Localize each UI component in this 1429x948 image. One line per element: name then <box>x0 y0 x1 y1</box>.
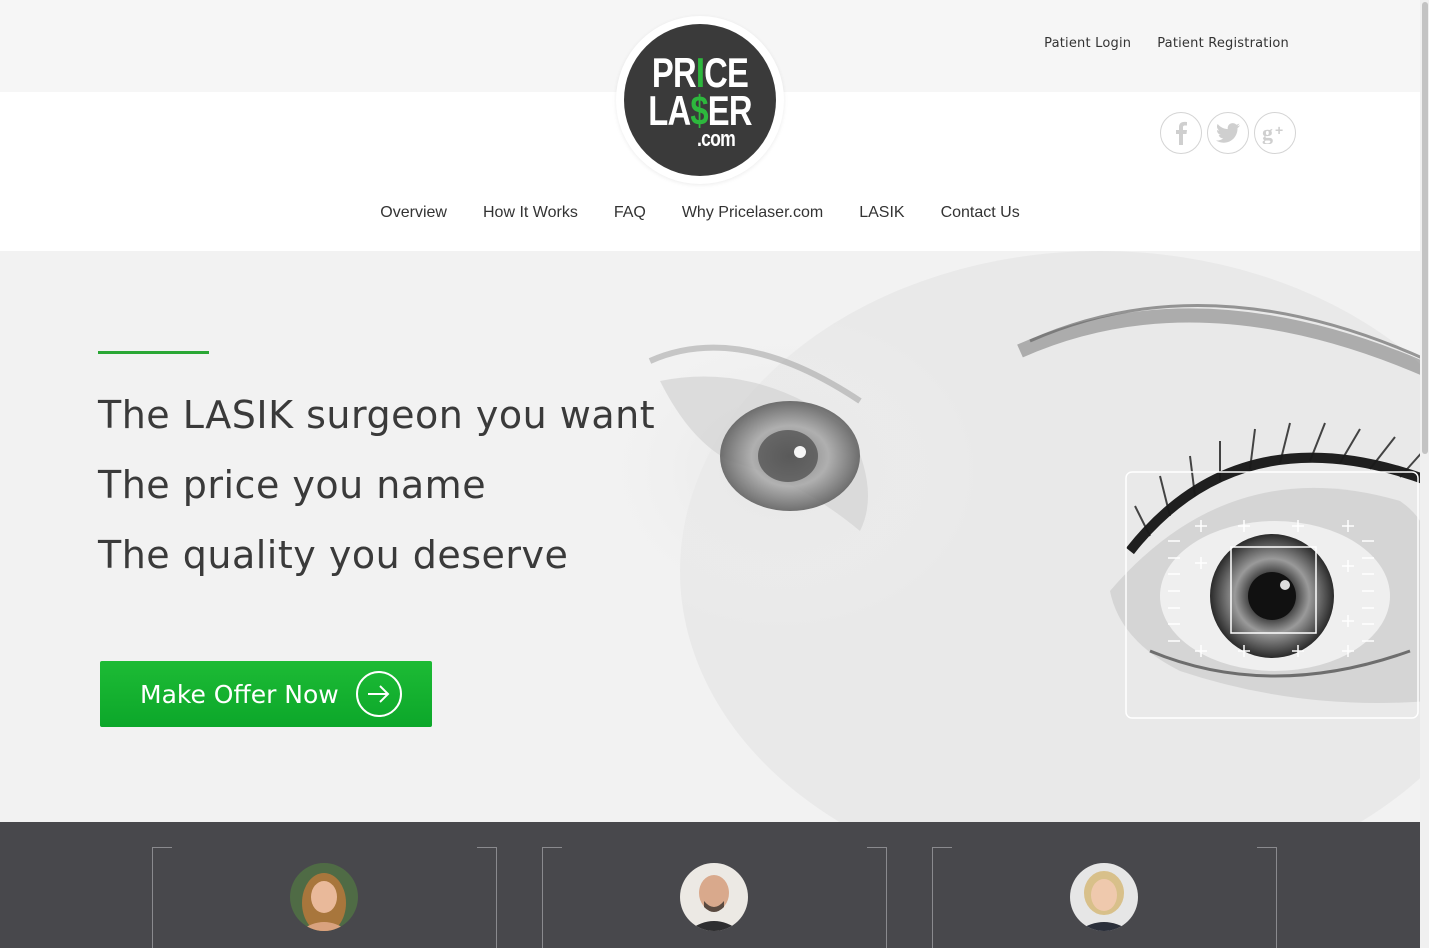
svg-text:g: g <box>1262 122 1273 144</box>
make-offer-label: Make Offer Now <box>140 679 339 709</box>
accent-rule <box>98 351 209 354</box>
testimonial-card <box>152 847 497 948</box>
hero-line-3: The quality you deserve <box>98 533 569 577</box>
facebook-icon[interactable] <box>1160 112 1202 154</box>
nav-contact-us[interactable]: Contact Us <box>941 204 1020 222</box>
avatar <box>1070 863 1138 931</box>
avatar <box>290 863 358 931</box>
google-plus-icon[interactable]: g + <box>1254 112 1296 154</box>
nav-overview[interactable]: Overview <box>380 204 447 222</box>
page-scrollbar[interactable] <box>1420 0 1429 948</box>
nav-faq[interactable]: FAQ <box>614 204 646 222</box>
nav-why-pricelaser[interactable]: Why Pricelaser.com <box>682 204 823 222</box>
patient-login-link[interactable]: Patient Login <box>1044 36 1131 51</box>
testimonial-card <box>932 847 1277 948</box>
svg-text:+: + <box>1275 122 1283 138</box>
account-links: Patient Login Patient Registration <box>1044 36 1289 51</box>
hero-line-1: The LASIK surgeon you want <box>98 393 656 437</box>
hero-line-2: The price you name <box>98 463 487 507</box>
hero-section: The LASIK surgeon you want The price you… <box>0 251 1429 822</box>
arrow-right-icon <box>356 671 402 717</box>
scrollbar-thumb[interactable] <box>1422 2 1428 454</box>
main-nav: Overview How It Works FAQ Why Pricelaser… <box>0 204 1400 222</box>
twitter-icon[interactable] <box>1207 112 1249 154</box>
testimonials-band <box>0 822 1429 948</box>
logo-line-3: .com <box>697 126 736 151</box>
nav-lasik[interactable]: LASIK <box>859 204 904 222</box>
avatar <box>680 863 748 931</box>
nav-how-it-works[interactable]: How It Works <box>483 204 578 222</box>
make-offer-button[interactable]: Make Offer Now <box>100 661 432 727</box>
site-logo[interactable]: PRICE LA$ER .com <box>624 24 776 176</box>
testimonial-card <box>542 847 887 948</box>
social-links: g + <box>1160 112 1296 154</box>
patient-registration-link[interactable]: Patient Registration <box>1157 36 1289 51</box>
